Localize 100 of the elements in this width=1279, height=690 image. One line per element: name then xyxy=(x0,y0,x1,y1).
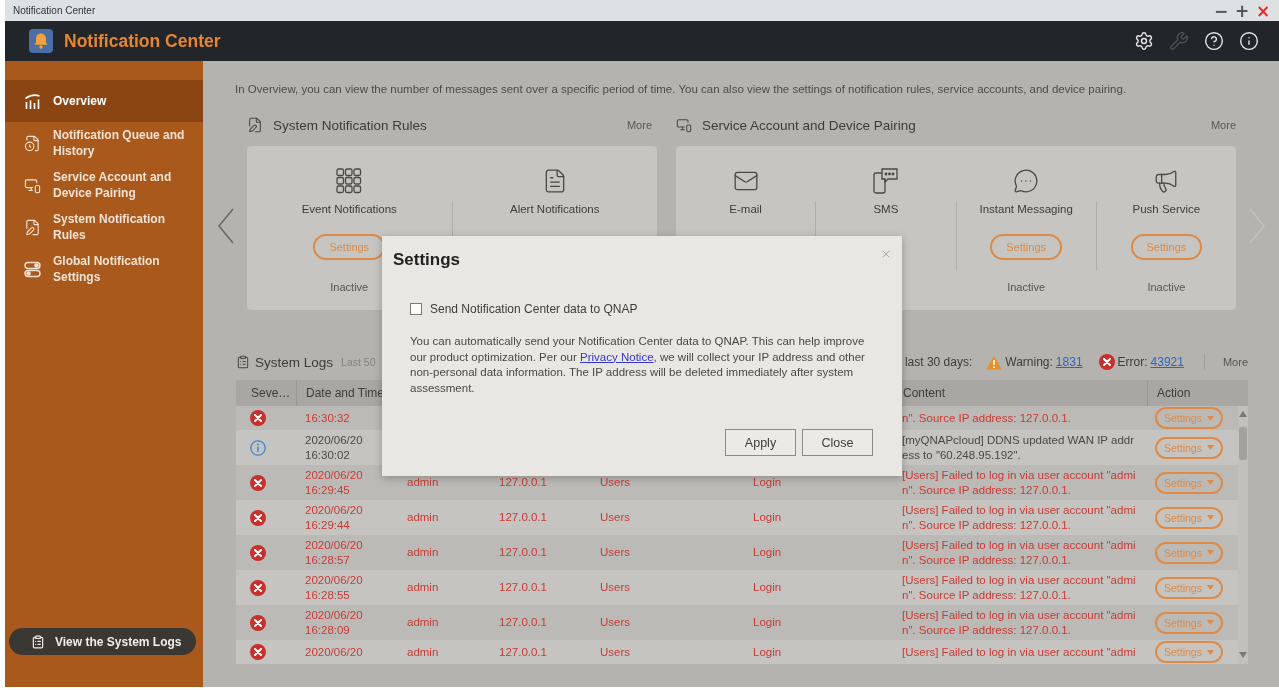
status-text: Inactive xyxy=(1147,280,1186,294)
column-header: Seve… xyxy=(251,386,291,400)
user-cell: admin xyxy=(407,580,439,595)
application-cell: Login xyxy=(753,475,782,490)
logs-title: System Logs xyxy=(255,354,334,370)
application-cell: Login xyxy=(753,510,782,525)
caret-icon xyxy=(1206,550,1214,555)
content-cell-text: [Users] Failed to log in via user account "admi xyxy=(902,644,1137,660)
application-cell: Login xyxy=(753,545,782,560)
sidebar-item[interactable]: Overview xyxy=(5,80,203,122)
user-cell: admin xyxy=(407,615,439,630)
date-time-cell: 2020/06/20 16:29:45 xyxy=(305,467,363,498)
ip-address-cell: 127.0.0.1 xyxy=(499,644,547,660)
date-time-cell: 2020/06/20 xyxy=(305,644,363,660)
info-icon[interactable] xyxy=(1239,31,1259,51)
caret-icon xyxy=(1206,515,1214,520)
content-cell-text: [Users] Failed to log in via user account "admin". Source IP address: 127.0.0.1. xyxy=(902,572,1137,603)
count-label: Error: xyxy=(1117,355,1148,369)
category-cell: Users xyxy=(600,615,631,630)
date-time-cell: 16:30:32 xyxy=(305,410,350,426)
window-title: Notification Center xyxy=(13,5,96,16)
date-time-cell: 2020/06/20 16:29:44 xyxy=(305,502,363,533)
item-label: Event Notifications xyxy=(301,202,397,216)
ip-address-cell: 127.0.0.1 xyxy=(499,510,547,525)
chevron-left-icon[interactable] xyxy=(217,208,235,244)
apply-button[interactable]: Apply xyxy=(725,429,796,456)
section-title: System Notification Rules xyxy=(273,117,427,133)
count-link[interactable]: 43921 xyxy=(1150,355,1184,369)
sidebar-item[interactable]: Service Account and Device Pairing xyxy=(5,164,203,206)
warning-icon xyxy=(986,354,1003,370)
chat-bubble-icon xyxy=(1013,168,1040,194)
error-icon xyxy=(250,509,266,526)
caret-icon xyxy=(1206,415,1214,421)
user-cell: admin xyxy=(407,545,439,560)
date-time-cell: 2020/06/20 16:28:55 xyxy=(305,572,363,603)
application-cell: Login xyxy=(753,580,782,595)
more-link[interactable]: More xyxy=(626,119,652,131)
date-time-cell: 2020/06/20 16:28:09 xyxy=(305,607,363,638)
window-close-button[interactable]: × xyxy=(1255,1,1271,20)
category-cell: Users xyxy=(600,644,631,660)
privacy-notice-link[interactable]: Privacy Notice xyxy=(580,350,654,363)
sidebar-item[interactable]: Global Notification Settings xyxy=(5,248,203,290)
error-icon xyxy=(250,579,266,596)
overview-description: In Overview, you can view the number of messages sent over a specific period of time. You can also view the settings of notification rules, service accounts, and device pairing. xyxy=(235,82,1127,96)
view-logs-button[interactable]: View the System Logs xyxy=(9,628,196,655)
caret-icon xyxy=(1206,480,1214,485)
date-time-cell: 2020/06/20 16:28:57 xyxy=(305,537,363,568)
bar-chart-icon xyxy=(24,92,41,110)
minimize-button[interactable]: − xyxy=(1213,1,1229,20)
user-cell: admin xyxy=(407,475,439,490)
dialog-message: You can automatically send your Notification Center data to QNAP. This can help improve our product optimization. Per our Privacy Notice, we will collect your IP address and other non-personal data information. The IP address will be deleted immediately after system assessment. xyxy=(410,334,866,396)
monitor-phone-icon xyxy=(676,117,692,133)
date-time-cell: 2020/06/20 16:30:02 xyxy=(305,432,363,463)
checkbox[interactable] xyxy=(410,303,422,315)
bell-app-icon xyxy=(29,29,53,53)
error-icon xyxy=(250,614,266,631)
category-cell: Users xyxy=(600,580,631,595)
error-icon xyxy=(1098,354,1115,370)
ip-address-cell: 127.0.0.1 xyxy=(499,545,547,560)
phone-chat-icon xyxy=(872,168,899,194)
scroll-up-icon[interactable] xyxy=(1239,411,1247,417)
help-icon[interactable] xyxy=(1204,31,1224,51)
item-label: Instant Messaging xyxy=(979,202,1073,216)
settings-icon[interactable] xyxy=(1134,31,1154,51)
dialog-title: Settings xyxy=(393,250,461,270)
count-label: Warning: xyxy=(1005,355,1053,369)
user-cell: admin xyxy=(407,510,439,525)
item-label: Alert Notifications xyxy=(510,202,600,216)
count-link[interactable]: 1831 xyxy=(1055,355,1083,369)
sidebar-item[interactable]: System Notification Rules xyxy=(5,206,203,248)
app-title: Notification Center xyxy=(64,30,221,52)
ip-address-cell: 127.0.0.1 xyxy=(499,615,547,630)
error-icon xyxy=(250,474,266,491)
item-label: SMS xyxy=(873,202,899,216)
close-button[interactable]: Close xyxy=(802,429,873,456)
more-link[interactable]: More xyxy=(1210,119,1236,131)
info-icon xyxy=(250,439,266,456)
caret-icon xyxy=(1206,445,1214,450)
document-clock-icon xyxy=(24,134,41,152)
maximize-button[interactable]: + xyxy=(1234,1,1250,20)
content-cell-text: [Users] Failed to log in via user account "admin". Source IP address: 127.0.0.1. xyxy=(902,502,1137,533)
monitor-phone-icon xyxy=(24,176,41,194)
category-cell: Users xyxy=(600,510,631,525)
scrollbar-thumb[interactable] xyxy=(1239,427,1247,460)
section-title: Service Account and Device Pairing xyxy=(702,117,916,133)
error-icon xyxy=(250,410,266,426)
scroll-down-icon[interactable] xyxy=(1239,652,1247,658)
content-cell-text: [myQNAPcloud] DDNS updated WAN IP address to "60.248.95.192". xyxy=(902,432,1135,463)
clipboard-icon xyxy=(31,634,45,649)
ip-address-cell: 127.0.0.1 xyxy=(499,580,547,595)
error-icon xyxy=(250,644,266,660)
more-link[interactable]: More xyxy=(1222,356,1248,368)
close-icon[interactable] xyxy=(880,248,892,260)
sidebar-item[interactable]: Notification Queue and History xyxy=(5,122,203,164)
category-cell: Users xyxy=(600,475,631,490)
document-pen-icon xyxy=(24,218,41,236)
document-pen-icon xyxy=(247,117,263,133)
application-cell: Login xyxy=(753,615,782,630)
content-cell-text: n". Source IP address: 127.0.0.1. xyxy=(902,410,1072,426)
error-icon xyxy=(250,544,266,561)
